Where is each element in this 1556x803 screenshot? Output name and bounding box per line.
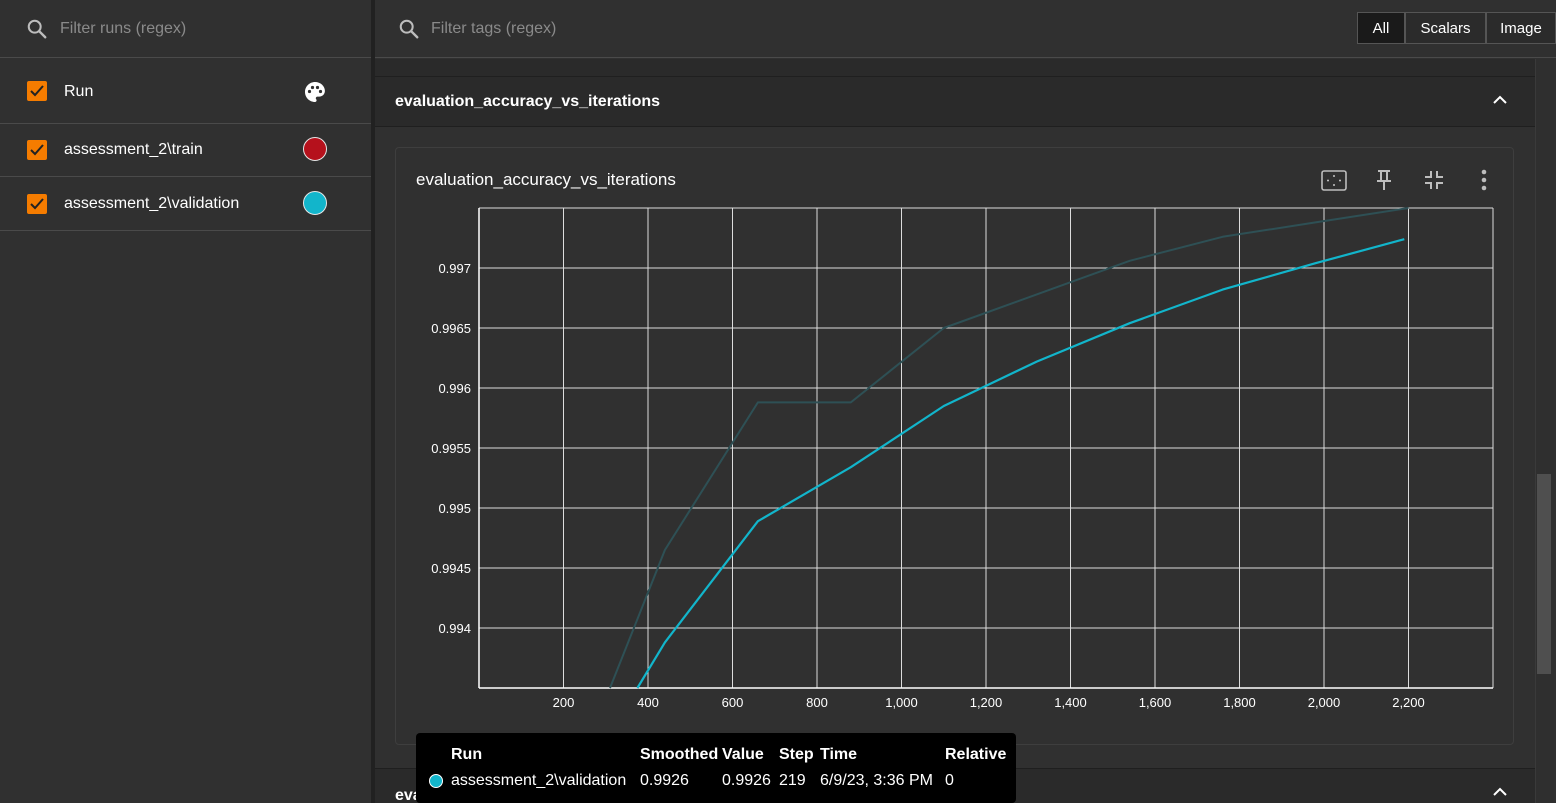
- y-tick-label: 0.9945: [431, 561, 471, 576]
- x-tick-label: 2,200: [1392, 695, 1425, 710]
- runs-sidebar: Run assessment_2\train assessment_2\vali…: [0, 0, 375, 803]
- palette-icon[interactable]: [303, 80, 327, 104]
- previous-section-edge: [375, 59, 1535, 77]
- run-color-swatch-validation[interactable]: [303, 191, 327, 215]
- run-checkbox-validation[interactable]: [27, 194, 47, 214]
- run-row-train[interactable]: assessment_2\train: [0, 124, 371, 177]
- scrollbar-track[interactable]: [1535, 59, 1554, 803]
- tooltip-header-time: Time: [820, 746, 858, 763]
- y-tick-label: 0.9955: [431, 441, 471, 456]
- check-icon: [30, 144, 44, 156]
- tooltip-relative: 0: [945, 772, 954, 789]
- chart-tooltip: Run Smoothed Value Step Time Relative as…: [416, 733, 1016, 803]
- tooltip-run-color-dot: [429, 774, 443, 788]
- run-label-validation: assessment_2\validation: [64, 195, 240, 212]
- y-tick-label: 0.995: [438, 501, 471, 516]
- check-icon: [30, 198, 44, 210]
- y-tick-label: 0.997: [438, 261, 471, 276]
- tooltip-smoothed: 0.9926: [640, 772, 689, 789]
- tags-filter-input[interactable]: [431, 16, 931, 42]
- y-tick-label: 0.994: [438, 621, 471, 636]
- tooltip-time: 6/9/23, 3:36 PM: [820, 772, 933, 789]
- tags-filter-bar: All Scalars Image: [375, 0, 1556, 58]
- search-icon: [399, 19, 419, 39]
- scalars-scroll-area[interactable]: evaluation_accuracy_vs_iterations evalua…: [375, 59, 1556, 803]
- tooltip-value: 0.9926: [722, 772, 771, 789]
- run-checkbox-train[interactable]: [27, 140, 47, 160]
- x-tick-label: 1,000: [885, 695, 918, 710]
- runs-header-label: Run: [64, 83, 94, 100]
- toggle-scalars[interactable]: Scalars: [1405, 12, 1486, 44]
- runs-filter-bar: [0, 0, 371, 58]
- y-tick-label: 0.9965: [431, 321, 471, 336]
- select-all-checkbox[interactable]: [27, 81, 47, 101]
- toggle-image[interactable]: Image: [1486, 12, 1556, 44]
- run-row-validation[interactable]: assessment_2\validation: [0, 177, 371, 231]
- run-label-train: assessment_2\train: [64, 141, 203, 158]
- runs-header-row: Run: [0, 59, 371, 124]
- chevron-up-icon[interactable]: [1491, 91, 1509, 109]
- runs-filter-input[interactable]: [60, 16, 340, 42]
- scalar-card: evaluation_accuracy_vs_iterations 200 40…: [395, 147, 1514, 745]
- x-tick-label: 1,800: [1223, 695, 1256, 710]
- toggle-all[interactable]: All: [1357, 12, 1405, 44]
- x-tick-label: 600: [722, 695, 744, 710]
- x-tick-label: 800: [806, 695, 828, 710]
- x-tick-label: 2,000: [1308, 695, 1341, 710]
- y-tick-label: 0.996: [438, 381, 471, 396]
- x-tick-label: 400: [637, 695, 659, 710]
- scrollbar-thumb[interactable]: [1537, 474, 1551, 674]
- check-icon: [30, 85, 44, 97]
- x-tick-label: 200: [553, 695, 575, 710]
- chevron-up-icon[interactable]: [1491, 783, 1509, 801]
- tooltip-step: 219: [779, 772, 806, 789]
- line-chart[interactable]: 200 400 600 800 1,000 1,200 1,400 1,600 1,800 2,0…: [396, 148, 1513, 744]
- x-tick-label: 1,600: [1139, 695, 1172, 710]
- main-panel: All Scalars Image evaluation_accuracy_vs…: [375, 0, 1556, 803]
- run-color-swatch-train[interactable]: [303, 137, 327, 161]
- tooltip-header-value: Value: [722, 746, 764, 763]
- x-tick-label: 1,400: [1054, 695, 1087, 710]
- tooltip-run: assessment_2\validation: [451, 772, 627, 789]
- section-accuracy-header[interactable]: evaluation_accuracy_vs_iterations: [375, 77, 1535, 127]
- tooltip-header-step: Step: [779, 746, 814, 763]
- tooltip-header-smoothed: Smoothed: [640, 746, 719, 763]
- search-icon: [27, 19, 47, 39]
- tooltip-header-relative: Relative: [945, 746, 1007, 763]
- tooltip-header-run: Run: [451, 746, 483, 763]
- section-accuracy-title: evaluation_accuracy_vs_iterations: [395, 93, 661, 110]
- x-tick-label: 1,200: [970, 695, 1003, 710]
